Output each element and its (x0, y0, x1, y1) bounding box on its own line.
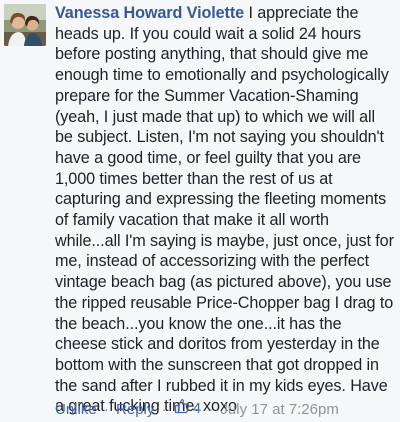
separator: · (161, 401, 167, 418)
reply-button[interactable]: Reply (116, 401, 154, 418)
comment: Vanessa Howard Violette I appreciate the… (0, 0, 400, 422)
comment-author[interactable]: Vanessa Howard Violette (55, 4, 244, 22)
unlike-button[interactable]: Unlike (55, 401, 97, 418)
like-count[interactable]: 4 (174, 398, 201, 420)
thumbs-up-icon (174, 398, 190, 420)
comment-body: Vanessa Howard Violette I appreciate the… (55, 3, 395, 417)
comment-actions: Unlike · Reply · 4 · July 17 at 7:26pm (55, 398, 339, 420)
separator: · (208, 401, 214, 418)
avatar[interactable] (4, 4, 46, 46)
avatar-photo (4, 4, 46, 46)
separator: · (103, 401, 109, 418)
comment-text: I appreciate the heads up. If you could … (55, 4, 394, 416)
comment-timestamp[interactable]: July 17 at 7:26pm (220, 401, 338, 418)
like-count-value: 4 (192, 400, 202, 417)
